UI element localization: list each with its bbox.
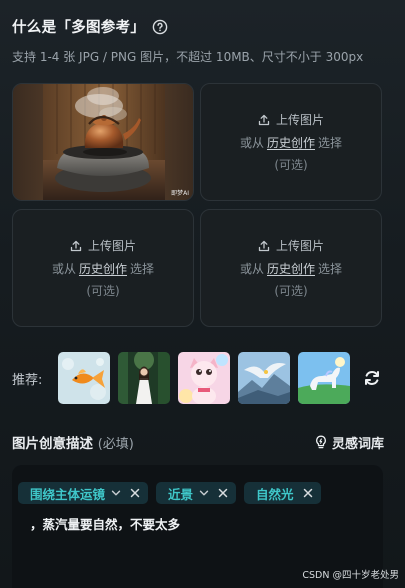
help-circle-icon[interactable] <box>152 19 168 35</box>
woman-in-forest-thumbnail[interactable] <box>118 352 170 404</box>
description-header: 图片创意描述 (必填) 灵感词库 <box>12 432 384 452</box>
upload-button[interactable]: 上传图片 <box>70 237 136 254</box>
upload-button[interactable]: 上传图片 <box>258 111 324 128</box>
history-link[interactable]: 历史创作 <box>267 262 315 276</box>
or-from-text: 或从 <box>51 262 76 276</box>
upload-icon <box>258 114 270 125</box>
optional-label: (可选) <box>86 284 120 298</box>
tag-camera-orbit[interactable]: 围绕主体运镜 <box>18 482 149 504</box>
chevron-down-icon[interactable] <box>111 488 121 498</box>
upload-requirements: 支持 1-4 张 JPG / PNG 图片，不超过 10MB、尺寸不小于 300… <box>12 50 364 64</box>
upload-label: 上传图片 <box>275 113 324 127</box>
multi-image-reference-panel: 什么是「多图参考」 支持 1-4 张 JPG / PNG 图片，不超过 10MB… <box>0 0 405 588</box>
recommend-label: 推荐: <box>12 372 43 388</box>
description-title-text: 图片创意描述 <box>12 436 93 452</box>
close-icon[interactable] <box>218 488 228 498</box>
description-title: 图片创意描述 (必填) <box>12 432 134 452</box>
goldfish-thumbnail[interactable] <box>58 352 110 404</box>
choose-from-history: 或从 历史创作 选择 <box>240 260 342 277</box>
inspiration-label: 灵感词库 <box>331 436 384 452</box>
header: 什么是「多图参考」 <box>12 16 168 37</box>
close-icon[interactable] <box>303 488 313 498</box>
tag-label: 近景 <box>168 486 194 502</box>
chevron-down-icon[interactable] <box>199 488 209 498</box>
upload-grid: 即梦AI 上传图片 或从 历史创作 选择 (可选) 上传图片 或从 历史创作 选… <box>12 83 382 329</box>
upload-label: 上传图片 <box>275 239 324 253</box>
choose-text: 选择 <box>318 136 343 150</box>
choose-from-history: 或从 历史创作 选择 <box>52 260 154 277</box>
upload-slot-2[interactable]: 上传图片 或从 历史创作 选择 (可选) <box>200 83 382 201</box>
choose-text: 选择 <box>130 262 155 276</box>
refresh-icon[interactable] <box>362 368 382 388</box>
required-label: (必填) <box>97 437 134 452</box>
tag-list: 围绕主体运镜 近景 自然光 <box>18 482 329 504</box>
white-horse-thumbnail[interactable] <box>298 352 350 404</box>
page-title: 什么是「多图参考」 <box>12 20 146 36</box>
choose-text: 选择 <box>318 262 343 276</box>
tag-close-up[interactable]: 近景 <box>156 482 237 504</box>
upload-slot-4[interactable]: 上传图片 或从 历史创作 选择 (可选) <box>200 209 382 327</box>
csdn-watermark: CSDN @四十岁老处男 <box>302 570 399 581</box>
eagle-thumbnail[interactable] <box>238 352 290 404</box>
description-text[interactable]: ，蒸汽量要自然，不要太多 <box>30 514 180 533</box>
upload-button[interactable]: 上传图片 <box>258 237 324 254</box>
image-watermark: 即梦AI <box>171 190 189 197</box>
close-icon[interactable] <box>130 488 140 498</box>
upload-slot-3[interactable]: 上传图片 或从 历史创作 选择 (可选) <box>12 209 194 327</box>
upload-icon <box>258 240 270 251</box>
lightbulb-icon <box>316 435 326 449</box>
teapot-on-stove-photo <box>43 84 165 200</box>
cartoon-cat-thumbnail[interactable] <box>178 352 230 404</box>
tag-label: 围绕主体运镜 <box>30 486 106 502</box>
upload-icon <box>70 240 82 251</box>
inspiration-library-button[interactable]: 灵感词库 <box>314 433 384 452</box>
upload-label: 上传图片 <box>87 239 136 253</box>
optional-label: (可选) <box>274 284 308 298</box>
recommendations-row: 推荐: <box>12 352 392 404</box>
choose-from-history: 或从 历史创作 选择 <box>240 134 342 151</box>
history-link[interactable]: 历史创作 <box>267 136 315 150</box>
or-from-text: 或从 <box>239 262 264 276</box>
optional-label: (可选) <box>274 158 308 172</box>
tag-natural-light[interactable]: 自然光 <box>244 482 321 504</box>
history-link[interactable]: 历史创作 <box>79 262 127 276</box>
upload-slot-1-filled[interactable]: 即梦AI <box>12 83 194 201</box>
or-from-text: 或从 <box>239 136 264 150</box>
tag-label: 自然光 <box>256 486 294 502</box>
